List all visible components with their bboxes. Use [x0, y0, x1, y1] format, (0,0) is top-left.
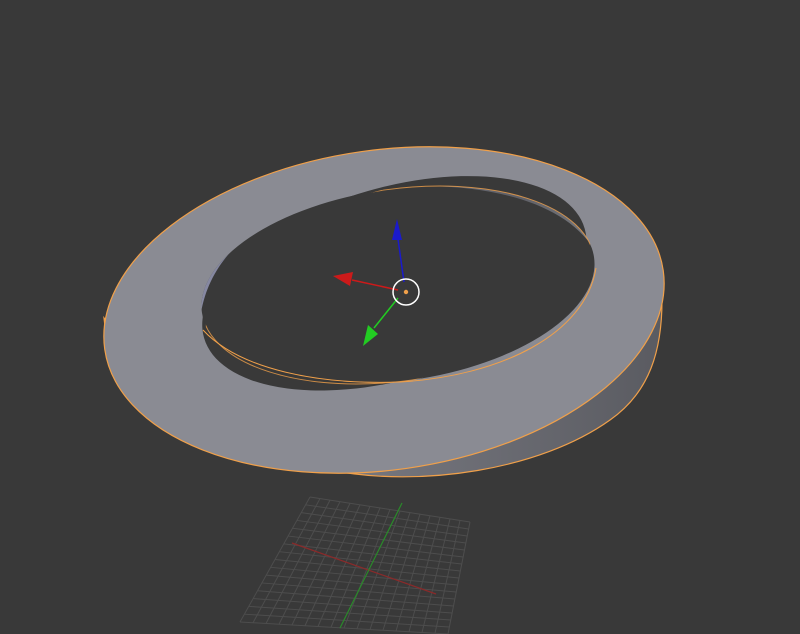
viewport-canvas[interactable]: [0, 0, 800, 634]
grid-line: [239, 621, 449, 634]
3d-viewport[interactable]: [0, 0, 800, 634]
grid-line: [253, 598, 453, 614]
grid-line: [257, 590, 454, 607]
grid-line: [274, 559, 460, 579]
grid-line: [270, 566, 458, 586]
grid-line: [244, 613, 450, 628]
ring-mesh[interactable]: [82, 112, 685, 507]
grid-line: [447, 521, 471, 634]
grid-line: [356, 510, 401, 629]
grid-line: [421, 518, 451, 633]
grid-line: [266, 574, 457, 593]
grid-line: [369, 512, 411, 630]
grid-y-axis-line: [339, 502, 403, 629]
grid-line: [434, 520, 461, 634]
